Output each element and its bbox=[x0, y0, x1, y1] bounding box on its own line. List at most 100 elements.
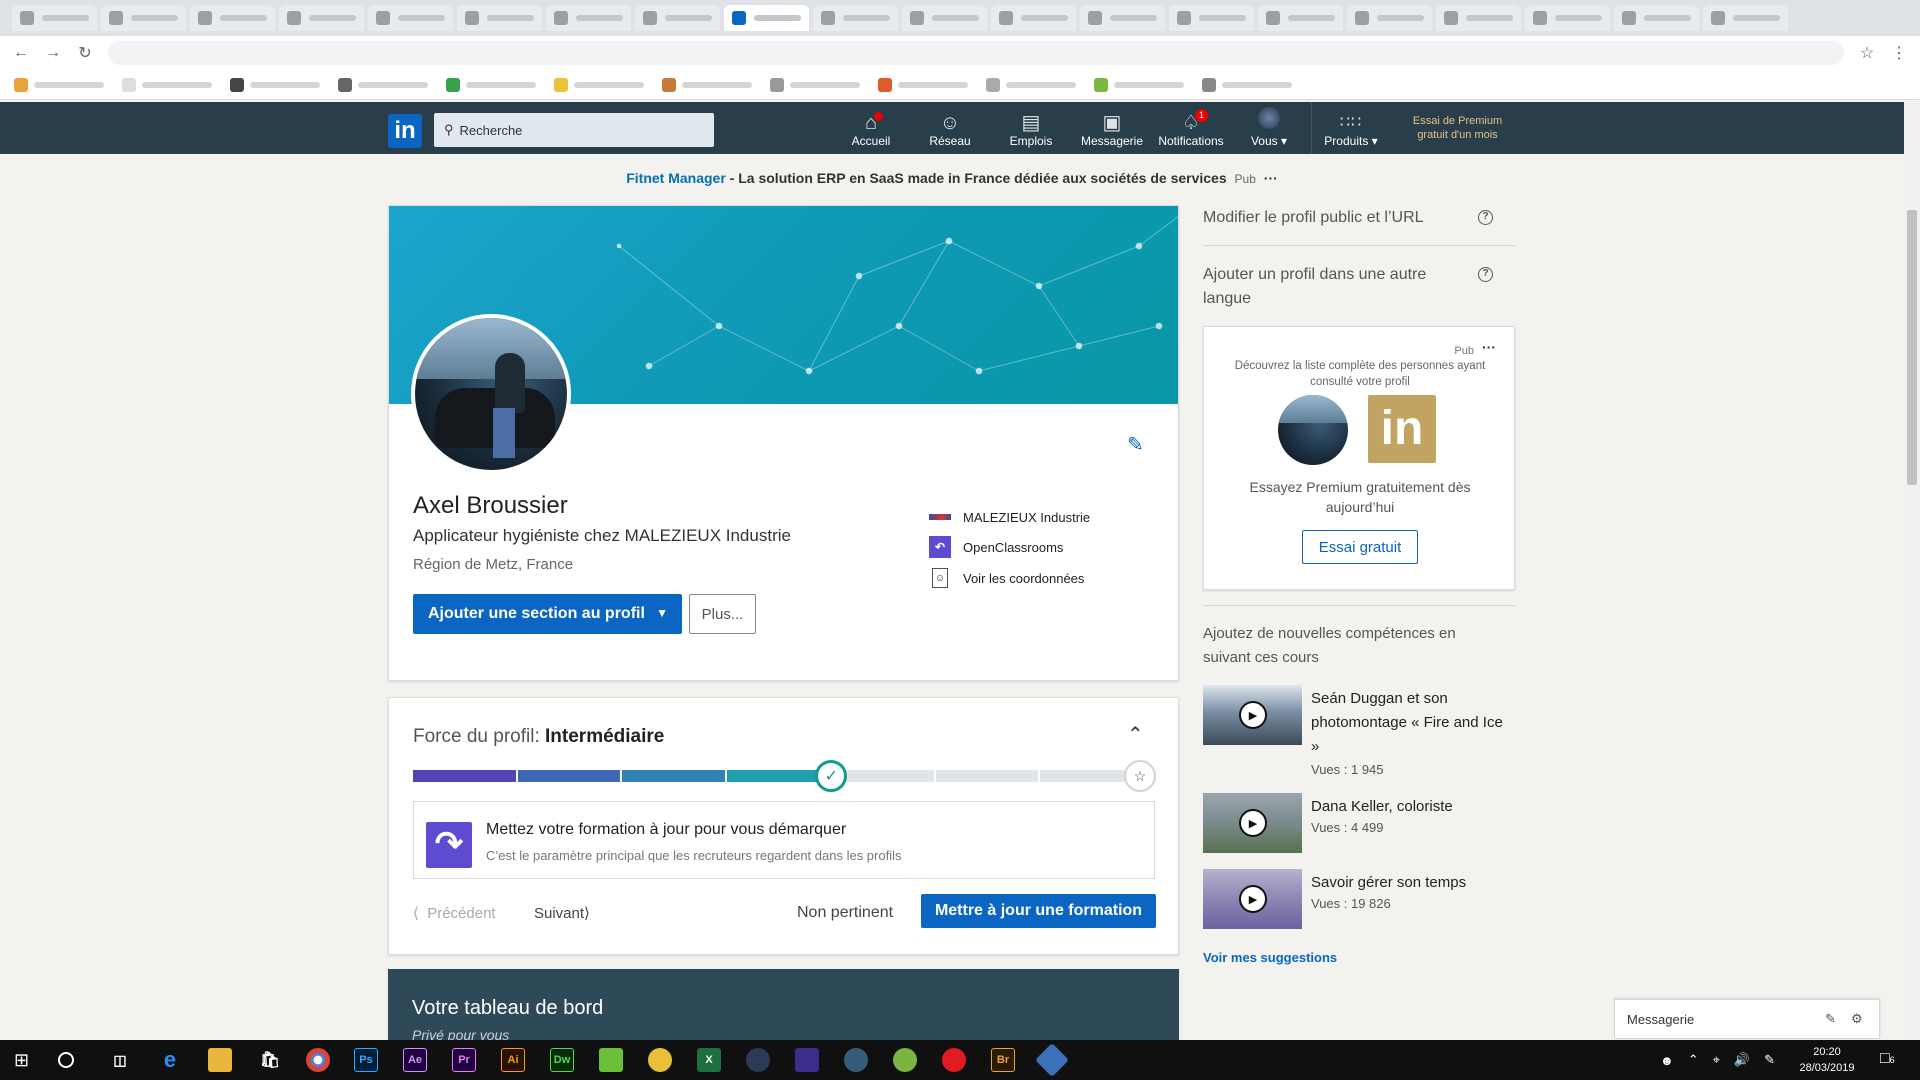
app-icon[interactable] bbox=[844, 1048, 868, 1072]
browser-tab[interactable] bbox=[546, 5, 631, 31]
browser-tab[interactable] bbox=[1169, 5, 1254, 31]
browser-tab[interactable] bbox=[635, 5, 720, 31]
people-icon[interactable]: ☻ bbox=[1660, 1053, 1674, 1068]
more-options-icon[interactable]: ··· bbox=[1482, 339, 1496, 355]
bookmark-item[interactable] bbox=[878, 77, 968, 92]
wifi-icon[interactable]: ⌖ bbox=[1713, 1052, 1720, 1068]
next-button[interactable]: Suivant⟩ bbox=[534, 904, 590, 922]
excel-icon[interactable]: X bbox=[697, 1048, 721, 1072]
browser-tab[interactable] bbox=[1080, 5, 1165, 31]
gear-icon[interactable]: ⚙ bbox=[1851, 1011, 1863, 1027]
bookmark-item[interactable] bbox=[986, 77, 1076, 92]
browser-tab[interactable] bbox=[991, 5, 1076, 31]
store-icon[interactable]: 🛍 bbox=[258, 1048, 282, 1072]
dreamweaver-icon[interactable]: Dw bbox=[550, 1048, 574, 1072]
add-section-button[interactable]: Ajouter une section au profil ▼ bbox=[413, 594, 682, 634]
file-explorer-icon[interactable] bbox=[208, 1048, 232, 1072]
after-effects-icon[interactable]: Ae bbox=[403, 1048, 427, 1072]
nav-me[interactable]: Vous ▾ bbox=[1244, 102, 1294, 154]
chevron-up-icon[interactable]: ⌃ bbox=[1688, 1052, 1699, 1068]
bookmark-item[interactable] bbox=[338, 77, 428, 92]
visual-studio-icon[interactable] bbox=[795, 1048, 819, 1072]
browser-tab[interactable] bbox=[1525, 5, 1610, 31]
update-education-button[interactable]: Mettre à jour une formation bbox=[921, 894, 1156, 928]
bookmark-item[interactable] bbox=[770, 77, 860, 92]
reload-icon[interactable]: ↻ bbox=[76, 43, 94, 63]
chrome-icon[interactable] bbox=[306, 1048, 330, 1072]
more-button[interactable]: Plus... bbox=[689, 594, 756, 634]
bookmark-item[interactable] bbox=[1094, 77, 1184, 92]
premiere-icon[interactable]: Pr bbox=[452, 1048, 476, 1072]
star-icon[interactable]: ☆ bbox=[1858, 43, 1876, 63]
messaging-dock[interactable]: Messagerie ✎ ⚙ bbox=[1614, 999, 1880, 1039]
search-icon[interactable] bbox=[58, 1052, 74, 1068]
nav-products[interactable]: ∷∷ Produits ▾ bbox=[1318, 102, 1384, 154]
browser-tab[interactable] bbox=[902, 5, 987, 31]
windows-start-icon[interactable]: ⊞ bbox=[14, 1050, 29, 1071]
nav-network[interactable]: ☺ Réseau bbox=[924, 102, 976, 154]
pencil-icon[interactable]: ✎ bbox=[1127, 432, 1144, 457]
forward-icon[interactable]: → bbox=[44, 44, 62, 62]
nav-messaging[interactable]: ▣ Messagerie bbox=[1079, 102, 1145, 154]
browser-tab[interactable] bbox=[1436, 5, 1521, 31]
not-relevant-button[interactable]: Non pertinent bbox=[797, 904, 893, 922]
free-trial-button[interactable]: Essai gratuit bbox=[1302, 530, 1418, 564]
add-language-profile-link[interactable]: Ajouter un profil dans une autre langue bbox=[1203, 263, 1433, 311]
linkedin-logo[interactable]: in bbox=[388, 114, 422, 148]
task-view-icon[interactable]: ◫ bbox=[108, 1048, 132, 1072]
spreadsheet-icon[interactable] bbox=[599, 1048, 623, 1072]
bookmark-item[interactable] bbox=[230, 77, 320, 92]
browser-tab[interactable] bbox=[813, 5, 898, 31]
edit-public-profile-link[interactable]: Modifier le profil public et l’URL bbox=[1203, 206, 1433, 230]
bookmark-item[interactable] bbox=[662, 77, 752, 92]
browser-tab[interactable] bbox=[190, 5, 275, 31]
bookmark-item[interactable] bbox=[14, 77, 104, 92]
bookmark-item[interactable] bbox=[1202, 77, 1292, 92]
photoshop-icon[interactable]: Ps bbox=[354, 1048, 378, 1072]
browser-tab[interactable] bbox=[12, 5, 97, 31]
bookmark-item[interactable] bbox=[122, 77, 212, 92]
cinema4d-icon[interactable] bbox=[746, 1048, 770, 1072]
browser-tab-active[interactable] bbox=[724, 5, 809, 31]
browser-tab[interactable] bbox=[1703, 5, 1788, 31]
ad-text[interactable]: - La solution ERP en SaaS made in France… bbox=[726, 170, 1227, 186]
back-icon[interactable]: ← bbox=[12, 44, 30, 62]
scrollbar[interactable] bbox=[1904, 100, 1920, 1040]
address-bar[interactable] bbox=[108, 41, 1844, 65]
browser-tab[interactable] bbox=[368, 5, 453, 31]
browser-tab[interactable] bbox=[1258, 5, 1343, 31]
bridge-icon[interactable]: Br bbox=[991, 1048, 1015, 1072]
bookmark-item[interactable] bbox=[554, 77, 644, 92]
compose-icon[interactable]: ✎ bbox=[1825, 1011, 1836, 1027]
premium-trial-link[interactable]: Essai de Premium gratuit d'un mois bbox=[1400, 114, 1515, 142]
more-options-icon[interactable]: ··· bbox=[1264, 170, 1278, 186]
edge-icon[interactable]: e bbox=[158, 1047, 182, 1072]
help-icon[interactable]: ? bbox=[1478, 210, 1493, 225]
scrollbar-thumb[interactable] bbox=[1907, 210, 1917, 485]
help-icon[interactable]: ? bbox=[1478, 267, 1493, 282]
nav-home[interactable]: ⌂ Accueil bbox=[846, 102, 896, 154]
android-icon[interactable] bbox=[893, 1048, 917, 1072]
company-link[interactable]: MALEZIEUX Industrie bbox=[929, 506, 1090, 528]
nav-notifications[interactable]: ♤ 1 Notifications bbox=[1155, 102, 1227, 154]
browser-tab[interactable] bbox=[1614, 5, 1699, 31]
chevron-up-icon[interactable]: ⌃ bbox=[1127, 722, 1144, 747]
ad-brand-link[interactable]: Fitnet Manager bbox=[626, 170, 726, 186]
pen-icon[interactable]: ✎ bbox=[1764, 1052, 1775, 1068]
browser-tab[interactable] bbox=[1347, 5, 1432, 31]
profile-photo[interactable] bbox=[411, 314, 571, 474]
previous-button[interactable]: ⟨ Précédent bbox=[413, 904, 496, 922]
school-link[interactable]: ↶ OpenClassrooms bbox=[929, 536, 1063, 558]
action-center-icon[interactable]: □6 bbox=[1880, 1050, 1895, 1068]
app-icon[interactable] bbox=[1035, 1043, 1069, 1077]
browser-tab[interactable] bbox=[457, 5, 542, 31]
browser-tab[interactable] bbox=[101, 5, 186, 31]
contact-info-link[interactable]: ☺ Voir les coordonnées bbox=[929, 568, 1084, 588]
illustrator-icon[interactable]: Ai bbox=[501, 1048, 525, 1072]
see-suggestions-link[interactable]: Voir mes suggestions bbox=[1203, 950, 1337, 965]
browser-tab[interactable] bbox=[279, 5, 364, 31]
search-input[interactable]: ⚲ Recherche bbox=[434, 113, 714, 147]
volume-icon[interactable]: 🔊 bbox=[1734, 1052, 1750, 1068]
clock[interactable]: 20:20 28/03/2019 bbox=[1795, 1044, 1859, 1076]
app-icon[interactable] bbox=[648, 1048, 672, 1072]
